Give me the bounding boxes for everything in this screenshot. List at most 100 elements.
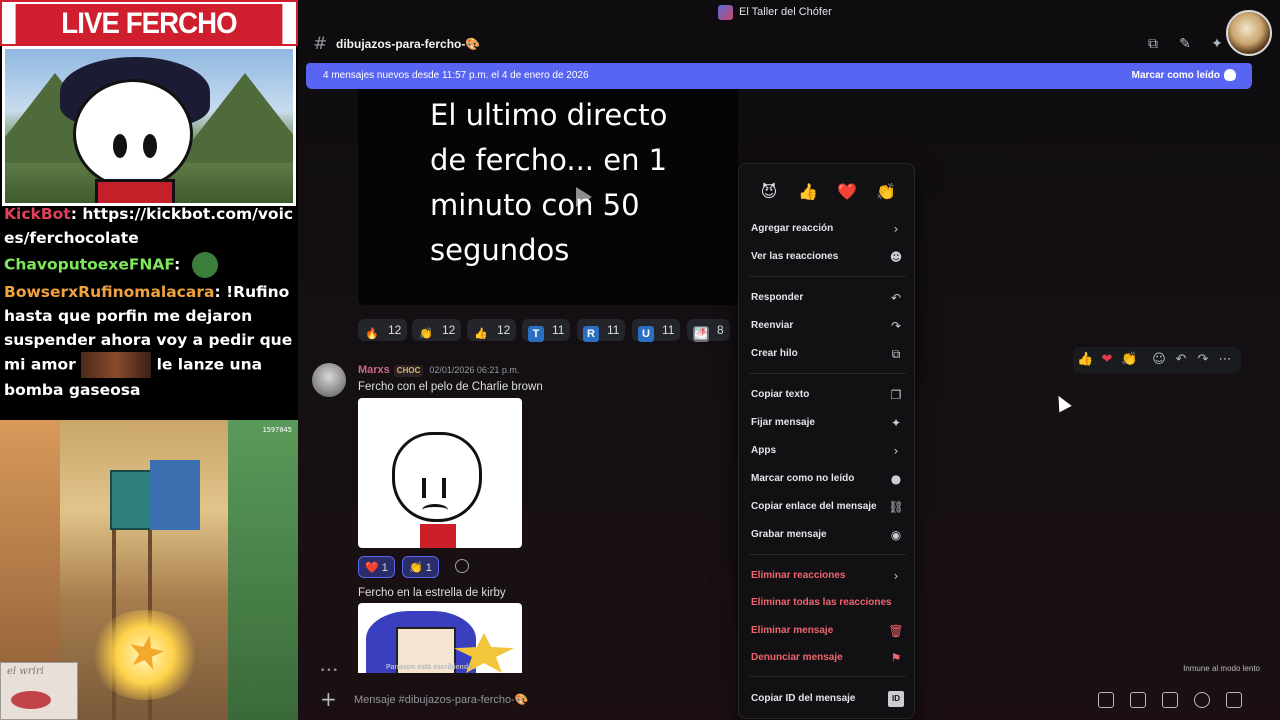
menu-delete-message[interactable]: Eliminar mensaje 🗑: [751, 621, 904, 641]
menu-pin-message[interactable]: Fijar mensaje ✦: [751, 413, 904, 433]
gif-icon[interactable]: [1130, 692, 1146, 708]
menu-mark-unread[interactable]: Marcar como no leído ●: [751, 469, 904, 489]
add-reaction-icon[interactable]: ☺: [1151, 352, 1167, 368]
threads-icon[interactable]: ⧉: [1144, 35, 1162, 53]
reaction-count: 11: [662, 323, 675, 337]
reaction-fire[interactable]: 🔥 12: [358, 319, 408, 341]
menu-label: Apps: [751, 445, 776, 456]
drawing-shirt: [420, 524, 456, 548]
new-messages-banner[interactable]: 4 mensajes nuevos desde 11:57 p.m. el 4 …: [306, 63, 1252, 89]
clap-emoji-icon: 👏: [409, 562, 423, 574]
reaction-clap[interactable]: 👏 12: [412, 319, 462, 341]
menu-label: Copiar enlace del mensaje: [751, 501, 877, 512]
menu-divider: [749, 676, 906, 677]
drawing-mouth: [422, 504, 448, 516]
pin-icon[interactable]: ✦: [1208, 35, 1226, 53]
chat-user: KickBot: [4, 205, 71, 223]
mark-as-read-button[interactable]: Marcar como leído: [1132, 70, 1220, 81]
reaction-letter-r[interactable]: R 11: [577, 319, 626, 342]
quick-reaction-devil-icon[interactable]: 😈: [759, 182, 779, 202]
green-face-emote: [191, 252, 218, 278]
webcam-avatar: [2, 46, 296, 206]
emoji-icon[interactable]: [1194, 692, 1210, 708]
message-hover-toolbar: 👍 ❤ 👏 ☺ ↶ ↷ ⋯: [1073, 347, 1241, 373]
menu-label: Eliminar reacciones: [751, 570, 846, 581]
window-title: El Taller del Chófer: [739, 6, 832, 18]
attachment-image[interactable]: [358, 603, 522, 673]
menu-label: Ver las reacciones: [751, 251, 839, 262]
reaction-clap[interactable]: 👏 1: [402, 556, 439, 578]
typing-dots-icon: •••: [320, 666, 339, 676]
quick-reaction-clap-icon[interactable]: 👏: [876, 182, 896, 202]
building-right: [228, 420, 298, 720]
clan-tag[interactable]: CHOC: [393, 365, 424, 377]
menu-remove-all-reactions[interactable]: Eliminar todas las reacciones: [751, 593, 904, 613]
more-options-icon[interactable]: ⋯: [1217, 352, 1233, 368]
menu-add-reaction[interactable]: Agregar reacción ›: [751, 219, 904, 239]
menu-report-message[interactable]: Denunciar mensaje ⚑: [751, 648, 904, 668]
gift-icon[interactable]: [1098, 692, 1114, 708]
reaction-thumbs-up[interactable]: 👍 12: [467, 319, 517, 341]
video-embed[interactable]: El ultimo directo de fercho... en 1 minu…: [358, 89, 738, 305]
play-icon[interactable]: [576, 187, 592, 207]
chat-separator: :: [70, 205, 83, 223]
drawing-eye: [422, 478, 426, 498]
menu-label: Fijar mensaje: [751, 417, 815, 428]
menu-create-thread[interactable]: Crear hilo ⧉: [751, 344, 904, 364]
forward-icon[interactable]: ↷: [1195, 352, 1211, 368]
trash-icon: 🗑: [888, 624, 904, 638]
menu-view-reactions[interactable]: Ver las reacciones ☻: [751, 247, 904, 267]
add-reaction-icon[interactable]: [455, 559, 469, 573]
heart-icon[interactable]: ❤: [1099, 352, 1115, 368]
attachment-image[interactable]: [358, 398, 522, 548]
thumbs-up-icon[interactable]: 👍: [1077, 352, 1093, 368]
menu-forward[interactable]: Reenviar ↷: [751, 316, 904, 336]
forward-icon: ↷: [890, 319, 902, 333]
letter-t-emoji-icon: T: [528, 326, 544, 342]
chat-user: ChavoputoexeFNAF: [4, 255, 175, 274]
pin-icon: ✦: [890, 416, 902, 430]
chevron-right-icon: ›: [893, 222, 899, 236]
reaction-count: 8: [717, 323, 724, 337]
menu-remove-reactions[interactable]: Eliminar reacciones ›: [751, 566, 904, 586]
fire-emoji-icon: 🔥: [365, 328, 379, 340]
menu-copy-message-id[interactable]: Copiar ID del mensaje ID: [751, 689, 904, 709]
menu-record-message[interactable]: Grabar mensaje ◉: [751, 525, 904, 545]
reply-icon[interactable]: ↶: [1173, 352, 1189, 368]
menu-copy-link[interactable]: Copiar enlace del mensaje ⛓: [751, 497, 904, 517]
menu-apps[interactable]: Apps ›: [751, 441, 904, 461]
drawing-eye: [442, 478, 446, 498]
menu-copy-text[interactable]: Copiar texto ❐: [751, 385, 904, 405]
link-icon: ⛓: [888, 500, 904, 514]
chevron-right-icon: ›: [893, 444, 899, 458]
reaction-letter-t[interactable]: T 11: [522, 319, 571, 342]
reaction-letter-u[interactable]: U 11: [632, 319, 681, 342]
mute-bell-icon[interactable]: ✎: [1176, 35, 1194, 53]
quick-reaction-heart-icon[interactable]: ❤️: [837, 182, 857, 202]
redacted-image: [81, 352, 152, 378]
smiley-icon: ☻: [889, 250, 903, 264]
message-text: Fercho en la estrella de kirby: [358, 587, 506, 599]
chat-user: BowserxRufinomalacara: [4, 283, 215, 301]
menu-label: Eliminar todas las reacciones: [751, 597, 892, 608]
thumbnail-text: el wriri: [7, 666, 44, 677]
menu-divider: [749, 276, 906, 277]
quick-reaction-thumbs-up-icon[interactable]: 👍: [798, 182, 818, 202]
sticker-icon[interactable]: [1162, 692, 1178, 708]
stream-chat: KickBot: https://kickbot.com/voices/ferc…: [0, 205, 298, 420]
menu-reply[interactable]: Responder ↶: [751, 288, 904, 308]
stream-overlay: LIVE FERCHO REACTION KickBot: https://ki…: [0, 0, 298, 720]
reaction-image[interactable]: 🌁 8: [687, 319, 730, 342]
message-text: Fercho con el pelo de Charlie brown: [358, 381, 543, 393]
author-avatar[interactable]: [312, 363, 346, 397]
avatar-head: [73, 79, 193, 189]
apps-icon[interactable]: [1226, 692, 1242, 708]
clap-icon[interactable]: 👏: [1121, 352, 1137, 368]
letter-r-emoji-icon: R: [583, 326, 599, 342]
upload-plus-icon[interactable]: +: [320, 688, 337, 710]
menu-label: Marcar como no leído: [751, 473, 855, 484]
heart-emoji-icon: ❤️: [365, 562, 379, 574]
reaction-heart[interactable]: ❤️ 1: [358, 556, 395, 578]
author-name[interactable]: Marxs: [358, 364, 390, 376]
menu-label: Agregar reacción: [751, 223, 834, 234]
